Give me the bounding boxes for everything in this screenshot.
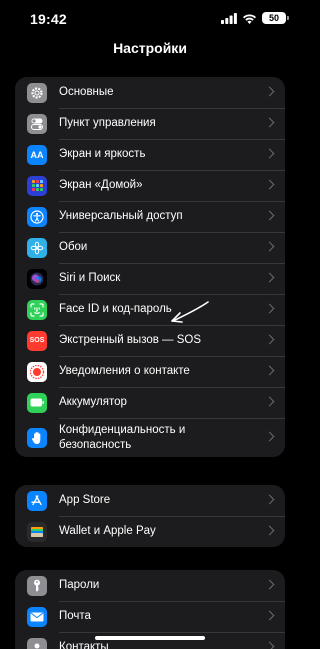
settings-group-main: Основные Пункт управления AA Экран и ярк… (15, 77, 285, 457)
row-label: Обои (59, 241, 88, 253)
settings-group-store: App Store Wallet и Apple Pay (15, 485, 285, 547)
row-label: Пункт управления (59, 117, 156, 129)
settings-row-app-store[interactable]: App Store (15, 485, 285, 516)
chevron-right-icon (264, 210, 275, 220)
clock: 19:42 (30, 11, 67, 27)
settings-row-privacy[interactable]: Конфиденциальность и безопасность (15, 418, 285, 457)
battery-icon (27, 392, 47, 413)
settings-row-siri[interactable]: Siri и Поиск (15, 263, 285, 294)
flower-icon (27, 237, 47, 258)
settings-row-accessibility[interactable]: Универсальный доступ (15, 201, 285, 232)
row-label: Основные (59, 86, 114, 98)
row-label: Wallet и Apple Pay (59, 525, 156, 537)
row-label: Экран и яркость (59, 148, 146, 160)
settings-row-battery[interactable]: Аккумулятор (15, 387, 285, 418)
toggles-icon (27, 113, 47, 134)
status-icons: 50 (221, 12, 289, 24)
face-id-icon (27, 299, 47, 320)
chevron-right-icon (264, 148, 275, 158)
row-label: App Store (59, 494, 111, 506)
settings-row-wallet[interactable]: Wallet и Apple Pay (15, 516, 285, 547)
row-label: Конфиденциальность и безопасность (59, 423, 186, 451)
row-label: Аккумулятор (59, 396, 127, 408)
chevron-right-icon (264, 179, 275, 189)
text-size-icon: AA (27, 144, 47, 165)
chevron-right-icon (264, 241, 275, 251)
hand-icon (27, 427, 47, 448)
chevron-right-icon (264, 641, 275, 649)
wifi-icon (243, 13, 256, 24)
battery-indicator: 50 (262, 12, 289, 24)
key-icon (27, 575, 47, 596)
chevron-right-icon (264, 365, 275, 375)
chevron-right-icon (264, 303, 275, 313)
settings-row-emergency-sos[interactable]: SOS Экстренный вызов — SOS (15, 325, 285, 356)
settings-row-control-center[interactable]: Пункт управления (15, 108, 285, 139)
row-label: Почта (59, 610, 91, 622)
settings-row-display[interactable]: AA Экран и яркость (15, 139, 285, 170)
row-label: Уведомления о контакте (59, 365, 190, 377)
chevron-right-icon (264, 334, 275, 344)
settings-row-general[interactable]: Основные (15, 77, 285, 108)
mail-icon (27, 606, 47, 627)
chevron-right-icon (264, 396, 275, 406)
chevron-right-icon (264, 494, 275, 504)
row-label: Экстренный вызов — SOS (59, 334, 202, 346)
exposure-icon (27, 361, 47, 382)
row-label: Универсальный доступ (59, 210, 183, 222)
gear-icon (27, 82, 47, 103)
chevron-right-icon (264, 272, 275, 282)
settings-row-home-screen[interactable]: Экран «Домой» (15, 170, 285, 201)
home-grid-icon (27, 175, 47, 196)
chevron-right-icon (264, 117, 275, 127)
settings-row-wallpaper[interactable]: Обои (15, 232, 285, 263)
siri-icon (27, 268, 47, 289)
sos-icon: SOS (27, 330, 47, 351)
status-bar: 19:42 50 (0, 0, 300, 36)
app-store-icon (27, 490, 47, 511)
settings-row-face-id[interactable]: Face ID и код-пароль (15, 294, 285, 325)
home-indicator[interactable] (95, 636, 205, 640)
row-label: Siri и Поиск (59, 272, 121, 284)
chevron-right-icon (264, 431, 275, 441)
row-label: Face ID и код-пароль (59, 303, 172, 315)
settings-row-exposure-notifications[interactable]: Уведомления о контакте (15, 356, 285, 387)
chevron-right-icon (264, 86, 275, 96)
chevron-right-icon (264, 579, 275, 589)
page-title: Настройки (113, 40, 187, 56)
wallet-icon (27, 521, 47, 542)
chevron-right-icon (264, 525, 275, 535)
signal-icon (221, 12, 237, 24)
row-label: Пароли (59, 579, 100, 591)
row-label: Экран «Домой» (59, 179, 143, 191)
contacts-icon (27, 637, 47, 649)
settings-row-passwords[interactable]: Пароли (15, 570, 285, 601)
settings-row-contacts[interactable]: Контакты (15, 632, 285, 649)
chevron-right-icon (264, 610, 275, 620)
settings-row-mail[interactable]: Почта (15, 601, 285, 632)
accessibility-icon (27, 206, 47, 227)
row-label: Контакты (59, 641, 109, 649)
